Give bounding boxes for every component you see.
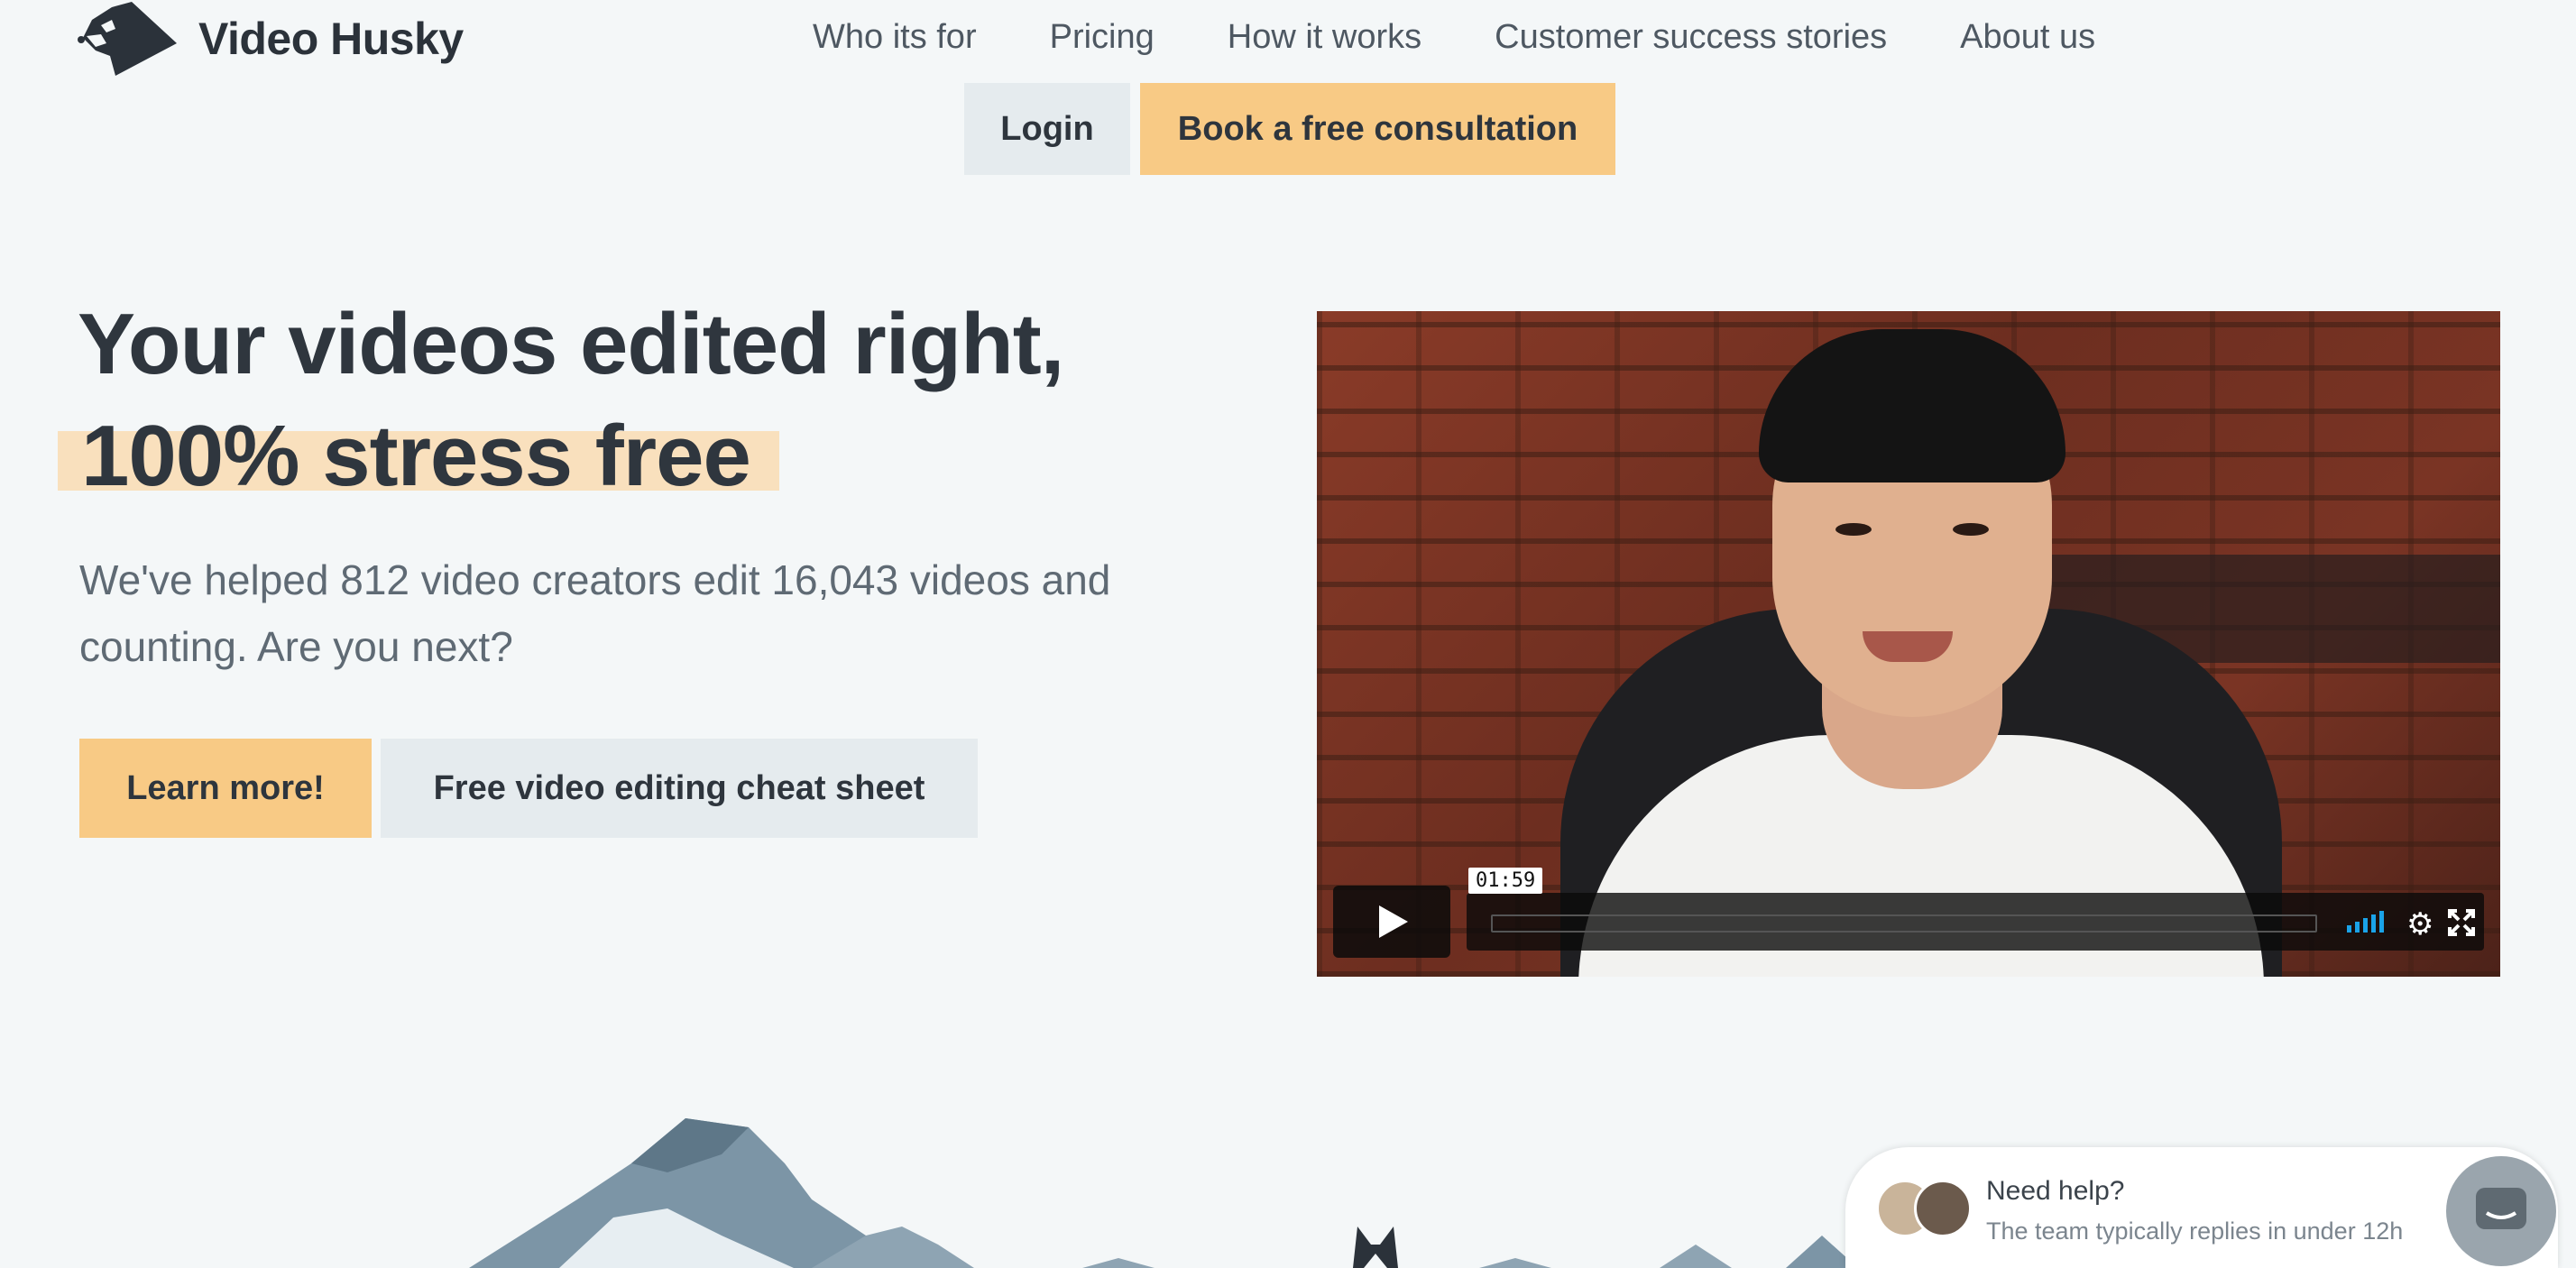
video-eye: [1953, 523, 1989, 536]
hero-headline: Your videos edited right, 100% stress fr…: [78, 289, 1064, 512]
volume-icon[interactable]: [2347, 911, 2384, 933]
chat-icon: [2476, 1188, 2526, 1229]
play-button[interactable]: [1333, 886, 1450, 958]
gear-icon[interactable]: ⚙: [2406, 909, 2433, 940]
headline-line-2: 100% stress free: [81, 408, 751, 504]
login-button[interactable]: Login: [964, 83, 1130, 175]
duration-label: 01:59: [1468, 868, 1543, 894]
help-title: Need help?: [1986, 1176, 2125, 1206]
video-player[interactable]: 01:59 ⚙: [1317, 311, 2500, 977]
player-controls: 01:59 ⚙: [1333, 868, 2484, 958]
nav-how-it-works[interactable]: How it works: [1228, 13, 1458, 61]
headline-line-1: Your videos edited right,: [78, 296, 1064, 392]
main-nav: Who its for Pricing How it works Custome…: [813, 13, 2095, 61]
hero-subheadline: We've helped 812 video creators edit 16,…: [79, 556, 1111, 670]
help-subtitle: The team typically replies in under 12h: [1986, 1217, 2404, 1245]
chat-launcher-button[interactable]: [2446, 1156, 2556, 1266]
brand-name: Video Husky: [198, 14, 464, 64]
husky-logo-icon: [78, 2, 177, 76]
nav-about-us[interactable]: About us: [1960, 13, 2095, 61]
nav-customer-success-stories[interactable]: Customer success stories: [1495, 13, 1924, 61]
fullscreen-icon[interactable]: [2448, 909, 2475, 936]
play-icon: [1379, 905, 1408, 938]
progress-bar[interactable]: [1491, 914, 2317, 933]
husky-icon: [1353, 1227, 1398, 1268]
nav-pricing[interactable]: Pricing: [1050, 13, 1191, 61]
book-consultation-button[interactable]: Book a free consultation: [1140, 83, 1615, 175]
nav-who-its-for[interactable]: Who its for: [813, 13, 1014, 61]
brand-logo[interactable]: Video Husky: [76, 0, 464, 78]
video-eye: [1835, 523, 1872, 536]
learn-more-button[interactable]: Learn more!: [79, 739, 372, 838]
cheat-sheet-button[interactable]: Free video editing cheat sheet: [381, 739, 978, 838]
team-avatar: [1914, 1180, 1972, 1237]
